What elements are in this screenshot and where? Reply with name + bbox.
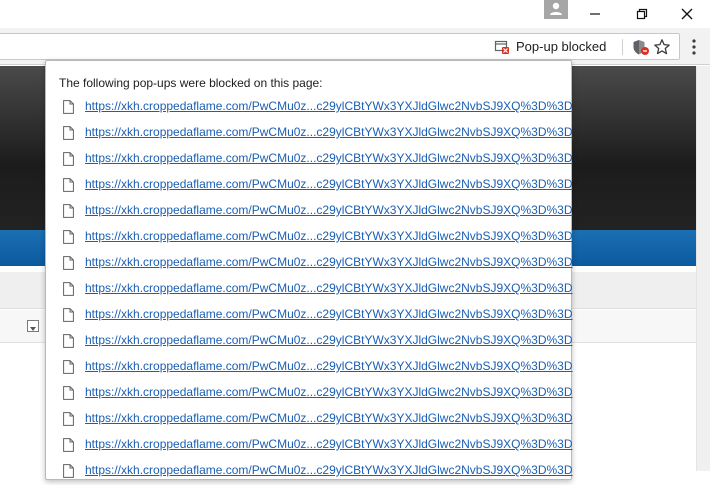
bubble-title: The following pop-ups were blocked on th…	[59, 76, 323, 90]
minimize-button[interactable]	[572, 0, 618, 28]
blocked-popup-link[interactable]: https://xkh.croppedaflame.com/PwCMu0z...…	[85, 203, 573, 217]
close-button[interactable]	[664, 0, 710, 28]
file-icon	[63, 152, 74, 166]
blocked-popup-link[interactable]: https://xkh.croppedaflame.com/PwCMu0z...…	[85, 411, 573, 425]
file-icon	[63, 100, 74, 114]
profile-button[interactable]	[544, 0, 568, 19]
kebab-menu-icon	[692, 39, 696, 55]
blocked-popups-list: https://xkh.croppedaflame.com/PwCMu0z...…	[46, 95, 573, 485]
blocked-popup-link[interactable]: https://xkh.croppedaflame.com/PwCMu0z...…	[85, 255, 573, 269]
list-item: https://xkh.croppedaflame.com/PwCMu0z...…	[46, 199, 573, 225]
list-item: https://xkh.croppedaflame.com/PwCMu0z...…	[46, 173, 573, 199]
file-icon	[63, 282, 74, 296]
minimize-icon	[590, 13, 600, 15]
close-icon	[681, 8, 693, 20]
blocked-popup-link[interactable]: https://xkh.croppedaflame.com/PwCMu0z...…	[85, 125, 573, 139]
blocked-popup-link[interactable]: https://xkh.croppedaflame.com/PwCMu0z...…	[85, 99, 573, 113]
list-item: https://xkh.croppedaflame.com/PwCMu0z...…	[46, 121, 573, 147]
file-icon	[63, 438, 74, 452]
restore-icon	[636, 8, 648, 20]
blocked-popup-link[interactable]: https://xkh.croppedaflame.com/PwCMu0z...…	[85, 281, 573, 295]
person-icon	[550, 2, 562, 15]
popup-blocked-indicator[interactable]: Pop-up blocked	[494, 34, 606, 59]
file-icon	[63, 386, 74, 400]
file-icon	[63, 230, 74, 244]
file-icon	[63, 334, 74, 348]
blocked-popup-link[interactable]: https://xkh.croppedaflame.com/PwCMu0z...…	[85, 437, 573, 451]
blocked-popup-link[interactable]: https://xkh.croppedaflame.com/PwCMu0z...…	[85, 229, 573, 243]
blocked-popup-link[interactable]: https://xkh.croppedaflame.com/PwCMu0z...…	[85, 151, 573, 165]
list-item: https://xkh.croppedaflame.com/PwCMu0z...…	[46, 329, 573, 355]
list-item: https://xkh.croppedaflame.com/PwCMu0z...…	[46, 433, 573, 459]
blocked-popup-link[interactable]: https://xkh.croppedaflame.com/PwCMu0z...…	[85, 463, 573, 477]
browser-menu-button[interactable]	[686, 38, 702, 56]
list-item: https://xkh.croppedaflame.com/PwCMu0z...…	[46, 459, 573, 485]
chevron-down-icon	[30, 327, 36, 331]
list-item: https://xkh.croppedaflame.com/PwCMu0z...…	[46, 355, 573, 381]
blocked-popup-link[interactable]: https://xkh.croppedaflame.com/PwCMu0z...…	[85, 333, 573, 347]
file-icon	[63, 178, 74, 192]
popup-blocked-icon	[494, 40, 509, 54]
restore-button[interactable]	[619, 0, 665, 28]
shield-blocked-icon	[633, 40, 649, 55]
list-item: https://xkh.croppedaflame.com/PwCMu0z...…	[46, 407, 573, 433]
popup-blocked-label: Pop-up blocked	[516, 39, 607, 54]
list-item: https://xkh.croppedaflame.com/PwCMu0z...…	[46, 303, 573, 329]
popup-blocked-bubble: The following pop-ups were blocked on th…	[45, 60, 573, 480]
list-item: https://xkh.croppedaflame.com/PwCMu0z...…	[46, 225, 573, 251]
blocked-popup-link[interactable]: https://xkh.croppedaflame.com/PwCMu0z...…	[85, 359, 573, 373]
address-bar[interactable]: Pop-up blocked	[0, 33, 680, 60]
file-icon	[63, 412, 74, 426]
window-title-bar	[0, 0, 710, 28]
file-icon	[63, 464, 74, 478]
list-item: https://xkh.croppedaflame.com/PwCMu0z...…	[46, 277, 573, 303]
blocked-popup-link[interactable]: https://xkh.croppedaflame.com/PwCMu0z...…	[85, 177, 573, 191]
file-icon	[63, 256, 74, 270]
list-item: https://xkh.croppedaflame.com/PwCMu0z...…	[46, 95, 573, 121]
file-icon	[63, 308, 74, 322]
list-item: https://xkh.croppedaflame.com/PwCMu0z...…	[46, 381, 573, 407]
dropdown-toggle-icon[interactable]	[27, 320, 39, 332]
bookmark-button[interactable]	[653, 38, 671, 56]
omnibox-divider	[622, 39, 623, 55]
star-icon	[654, 39, 670, 55]
shield-button[interactable]	[632, 39, 650, 56]
list-item: https://xkh.croppedaflame.com/PwCMu0z...…	[46, 147, 573, 173]
file-icon	[63, 126, 74, 140]
page-scrollbar[interactable]	[696, 66, 710, 471]
blocked-popup-link[interactable]: https://xkh.croppedaflame.com/PwCMu0z...…	[85, 385, 573, 399]
file-icon	[63, 204, 74, 218]
list-item: https://xkh.croppedaflame.com/PwCMu0z...…	[46, 251, 573, 277]
blocked-popup-link[interactable]: https://xkh.croppedaflame.com/PwCMu0z...…	[85, 307, 573, 321]
file-icon	[63, 360, 74, 374]
